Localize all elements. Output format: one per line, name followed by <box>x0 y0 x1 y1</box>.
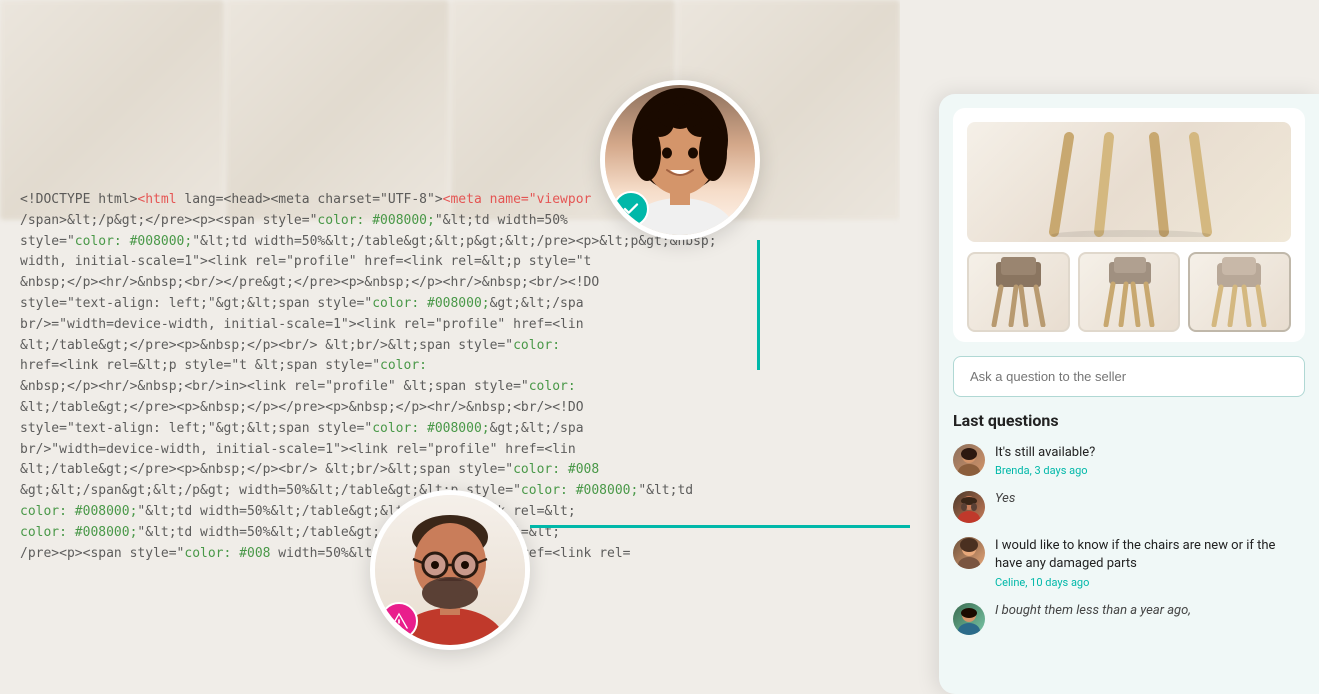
buyer-connector-line <box>530 525 910 528</box>
product-images-section <box>953 108 1305 342</box>
answer-content-1: Yes <box>995 491 1305 506</box>
buyer-avatar <box>370 490 530 650</box>
question-text-2: I would like to know if the chairs are n… <box>995 537 1305 573</box>
buyer-warning-badge <box>380 602 418 640</box>
answer-content-2: I bought them less than a year ago, <box>995 603 1305 618</box>
question-content-2: I would like to know if the chairs are n… <box>995 537 1305 588</box>
question-avatar-1 <box>953 444 985 476</box>
right-panel: Last questions It's still available? Bre… <box>939 94 1319 694</box>
question-content-1: It's still available? Brenda, 3 days ago <box>995 444 1305 477</box>
seller-connector-line <box>757 240 760 370</box>
ask-question-input[interactable] <box>953 356 1305 397</box>
product-thumbnail-3[interactable] <box>1188 252 1291 332</box>
answer-item-1: Yes <box>953 491 1305 523</box>
question-item-2: I would like to know if the chairs are n… <box>953 537 1305 588</box>
answer-text-1: Yes <box>995 491 1305 506</box>
product-thumbnail-1[interactable] <box>967 252 1070 332</box>
answer-item-2: I bought them less than a year ago, <box>953 603 1305 635</box>
main-product-image <box>967 122 1291 242</box>
question-item-1: It's still available? Brenda, 3 days ago <box>953 444 1305 477</box>
answer-avatar-1 <box>953 491 985 523</box>
question-text-1: It's still available? <box>995 444 1305 462</box>
seller-avatar <box>600 80 760 240</box>
answer-text-2: I bought them less than a year ago, <box>995 603 1305 618</box>
question-meta-2: Celine, 10 days ago <box>995 576 1305 589</box>
answer-avatar-2 <box>953 603 985 635</box>
seller-verified-badge <box>613 191 649 227</box>
thumbnail-row <box>967 252 1291 332</box>
product-thumbnail-2[interactable] <box>1078 252 1181 332</box>
last-questions-section: Last questions It's still available? Bre… <box>939 411 1319 635</box>
question-meta-1: Brenda, 3 days ago <box>995 464 1305 477</box>
question-avatar-2 <box>953 537 985 569</box>
question-input-area[interactable] <box>953 356 1305 397</box>
last-questions-title: Last questions <box>953 411 1305 430</box>
